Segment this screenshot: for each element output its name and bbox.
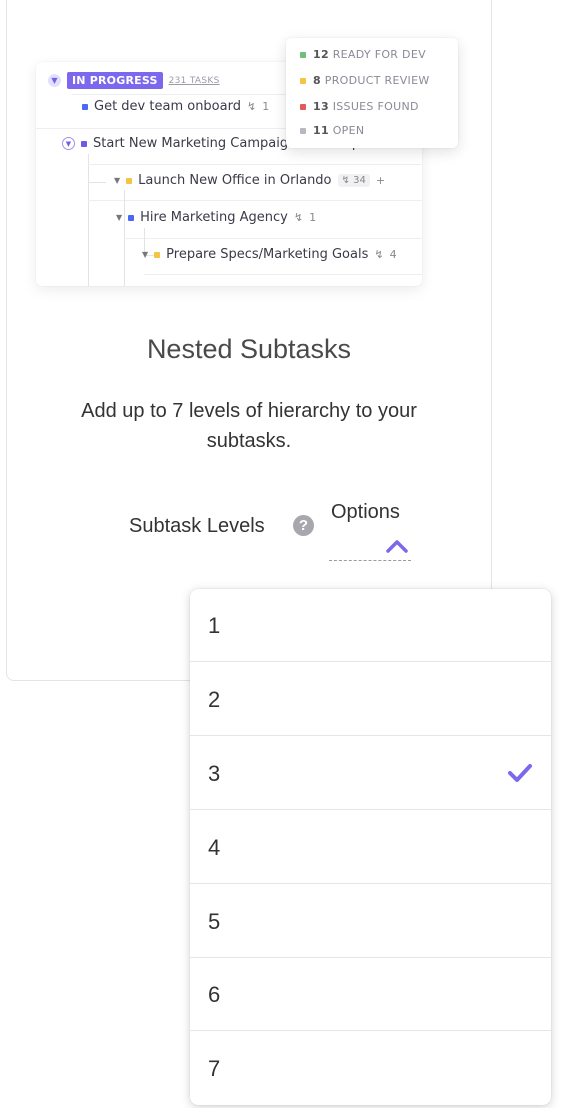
options-select[interactable]: Options xyxy=(329,500,411,562)
options-select-label: Options xyxy=(331,501,400,523)
task-row: Get dev team onboard ↯ 1 xyxy=(82,99,269,114)
subtask-count: 1 xyxy=(262,100,270,113)
subtask-count: 1 xyxy=(309,211,317,224)
status-count: 11 xyxy=(313,124,329,137)
feature-description: Add up to 7 levels of hierarchy to your … xyxy=(81,400,417,452)
collapse-icon: ▼ xyxy=(48,74,61,87)
task-name: Get dev team onboard xyxy=(94,99,241,114)
status-label: OPEN xyxy=(332,124,365,137)
expand-icon: ▼ xyxy=(62,137,75,150)
task-count: 231 TASKS xyxy=(168,75,220,86)
option-label: 7 xyxy=(208,1056,221,1081)
caret-down-icon: ▼ xyxy=(116,213,123,222)
status-square-icon xyxy=(81,140,87,147)
subtask-icon: ↯ xyxy=(246,100,257,113)
subtask-icon: ↯ xyxy=(341,175,354,186)
subtask-count: ↯ 34 xyxy=(337,174,370,187)
option-label: 2 xyxy=(208,687,221,712)
status-item: 12 READY FOR DEV xyxy=(300,48,426,61)
caret-down-icon: ▼ xyxy=(114,176,121,185)
select-underline xyxy=(329,560,411,561)
dropdown-option[interactable]: 1 xyxy=(190,589,551,662)
status-square-icon xyxy=(128,214,135,221)
status-pill: IN PROGRESS xyxy=(67,72,163,89)
caret-down-icon: ▼ xyxy=(142,250,149,259)
status-count: 8 xyxy=(313,74,321,87)
task-name: Prepare Specs/Marketing Goals xyxy=(166,247,369,262)
dropdown-option[interactable]: 6 xyxy=(190,958,551,1031)
chevron-up-icon xyxy=(386,540,408,553)
dropdown-option[interactable]: 2 xyxy=(190,663,551,736)
status-label: ISSUES FOUND xyxy=(332,100,419,113)
help-icon[interactable]: ? xyxy=(293,515,314,536)
status-item: 11 OPEN xyxy=(300,124,364,137)
status-label: PRODUCT REVIEW xyxy=(324,74,430,87)
status-dot-icon xyxy=(300,51,306,58)
feature-title: Nested Subtasks xyxy=(146,334,352,364)
status-dot-icon xyxy=(300,77,306,84)
subtask-levels-dropdown: 1 2 3 4 5 6 7 xyxy=(190,589,551,1105)
option-label: 4 xyxy=(208,835,221,860)
status-group-header: ▼ IN PROGRESS 231 TASKS xyxy=(48,72,220,89)
status-square-icon xyxy=(126,177,133,184)
status-item: 8 PRODUCT REVIEW xyxy=(300,74,430,87)
dropdown-option[interactable]: 4 xyxy=(190,811,551,884)
status-square-icon xyxy=(154,251,161,258)
status-count: 13 xyxy=(313,100,329,113)
option-label: 6 xyxy=(208,982,221,1007)
option-label: 1 xyxy=(208,613,221,638)
subtask-count-value: 34 xyxy=(353,175,366,186)
status-label: READY FOR DEV xyxy=(332,48,426,61)
status-dot-icon xyxy=(300,127,306,134)
option-label: 5 xyxy=(208,909,221,934)
option-label: 3 xyxy=(208,761,221,786)
status-square-icon xyxy=(82,103,88,110)
dropdown-option-selected[interactable]: 3 xyxy=(190,737,551,810)
check-icon xyxy=(508,764,532,782)
dropdown-option[interactable]: 7 xyxy=(190,1032,551,1105)
task-name: Hire Marketing Agency xyxy=(140,210,288,225)
task-row: ▼ Prepare Specs/Marketing Goals ↯ 4 xyxy=(142,247,397,262)
status-popup: 12 READY FOR DEV 8 PRODUCT REVIEW 13 ISS… xyxy=(286,38,458,148)
status-dot-icon xyxy=(300,103,306,110)
task-row: ▼ Hire Marketing Agency ↯ 1 xyxy=(116,210,316,225)
status-item: 13 ISSUES FOUND xyxy=(300,100,419,113)
dropdown-option[interactable]: 5 xyxy=(190,885,551,958)
task-row: ▼ Launch New Office in Orlando ↯ 34 + xyxy=(114,173,385,188)
task-name: Launch New Office in Orlando xyxy=(138,173,332,188)
subtask-icon: ↯ xyxy=(293,211,304,224)
add-icon: + xyxy=(375,174,386,187)
subtask-icon: ↯ xyxy=(374,248,384,261)
status-count: 12 xyxy=(313,48,329,61)
subtask-levels-label: Subtask Levels xyxy=(129,515,265,537)
subtask-count: 4 xyxy=(389,248,397,261)
